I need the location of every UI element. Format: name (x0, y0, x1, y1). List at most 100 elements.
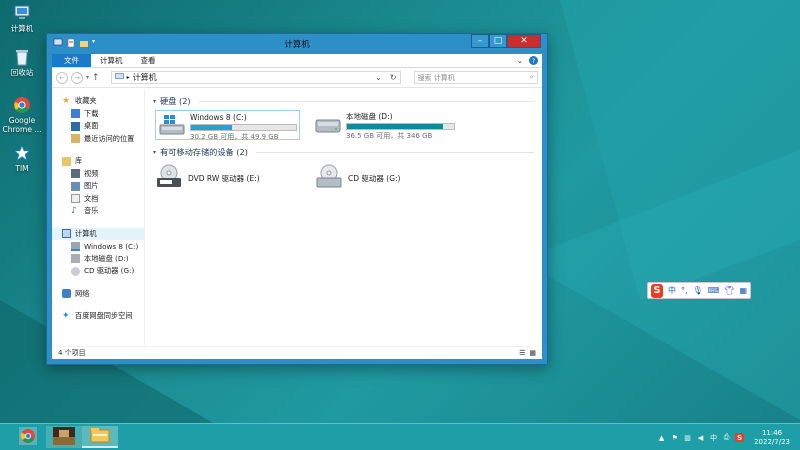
recent-locations-icon[interactable]: ▾ (86, 74, 89, 81)
libraries-icon (62, 156, 71, 166)
drive-item-g[interactable]: CD 驱动器 (G:) (315, 164, 455, 192)
close-button[interactable]: ✕ (507, 34, 541, 48)
taskbar-chrome[interactable] (10, 426, 46, 448)
sidebar-item-documents[interactable]: 文档 (52, 193, 144, 206)
windows-drive-icon (71, 241, 80, 251)
navigation-bar: ← → ▾ ↑ ▸ 计算机 ⌄ ↻ 搜索 计算机 ⌕ (52, 68, 542, 88)
sidebar-item-music[interactable]: ♪ 音乐 (52, 205, 144, 218)
drive-usage-fill (191, 125, 233, 130)
recycle-bin-icon (12, 48, 32, 66)
tab-view[interactable]: 查看 (132, 54, 165, 67)
sogou-tray-icon[interactable]: S (735, 433, 745, 442)
window-controls: – □ ✕ (471, 34, 541, 48)
chrome-icon (19, 427, 37, 447)
desktop-icon-chrome[interactable]: Google Chrome ... (2, 96, 42, 134)
section-header-removable[interactable]: ▾ 有可移动存储的设备 (2) (153, 146, 534, 158)
section-header-hard-disks[interactable]: ▾ 硬盘 (2) (153, 95, 534, 107)
sidebar-item-pictures[interactable]: 图片 (52, 180, 144, 193)
drive-item-c[interactable]: Windows 8 (C:) 30.2 GB 可用，共 49.9 GB (155, 110, 300, 141)
favorites-star-icon: ★ (62, 95, 71, 106)
sidebar-item-drive-d[interactable]: 本地磁盘 (D:) (52, 253, 144, 266)
search-placeholder: 搜索 计算机 (417, 73, 455, 82)
address-bar[interactable]: ▸ 计算机 ⌄ ↻ (110, 71, 401, 84)
network-icon (62, 289, 71, 299)
sidebar-item-drive-c[interactable]: Windows 8 (C:) (52, 240, 144, 253)
ime-toolbar[interactable]: S 中 °, 🎙︎ ⌨ 👕︎ ▦ (647, 282, 751, 299)
tab-computer[interactable]: 计算机 (91, 54, 132, 67)
baidu-netdisk-icon: ✦ (62, 310, 70, 321)
computer-icon (12, 4, 32, 22)
drive-item-d[interactable]: 本地磁盘 (D:) 36.5 GB 可用，共 346 GB (312, 110, 457, 140)
maximize-button[interactable]: □ (489, 34, 507, 48)
microphone-icon[interactable]: 🎙︎ (693, 286, 703, 295)
photo-viewer-icon (53, 427, 75, 447)
sidebar-item-baidu-sync[interactable]: ✦ 百度网盘同步空间 (52, 310, 144, 323)
dvd-drive-icon (155, 164, 183, 192)
sidebar-item-desktop[interactable]: 桌面 (52, 120, 144, 133)
punctuation-icon[interactable]: °, (681, 286, 688, 295)
drive-name: DVD RW 驱动器 (E:) (188, 173, 260, 183)
volume-icon[interactable]: ◀ (696, 433, 705, 442)
sogou-logo-icon[interactable]: S (651, 283, 664, 298)
expand-ribbon-icon[interactable]: ⌄ (517, 56, 523, 65)
sidebar-item-computer[interactable]: 计算机 (52, 227, 144, 240)
show-hidden-icons-icon[interactable]: ▲ (657, 433, 666, 442)
window-client: 文件 计算机 查看 ⌄ ? ← → ▾ ↑ ▸ 计算机 ⌄ ↻ 搜索 计算机 ⌕… (52, 54, 542, 359)
sidebar-item-recent[interactable]: 最近访问的位置 (52, 133, 144, 146)
desktop-icon-computer[interactable]: 计算机 (2, 4, 42, 33)
breadcrumb[interactable]: 计算机 (133, 72, 157, 83)
forward-button[interactable]: → (71, 71, 83, 84)
ime-mode-toggle[interactable]: 中 (668, 285, 676, 296)
recent-places-icon (71, 134, 80, 144)
refresh-button[interactable]: ↻ (390, 73, 397, 82)
videos-icon (71, 169, 80, 179)
drive-list: Windows 8 (C:) 30.2 GB 可用，共 49.9 GB 本地磁盘… (155, 110, 534, 141)
tab-file[interactable]: 文件 (52, 54, 91, 67)
network-status-icon[interactable]: ▥ (683, 433, 692, 442)
breadcrumb-chevron-icon[interactable]: ▸ (127, 74, 130, 81)
minimize-button[interactable]: – (471, 34, 489, 48)
ime-tray-icon[interactable]: 中 (709, 433, 718, 442)
downloads-icon (71, 109, 80, 119)
explorer-window: ▾ 计算机 – □ ✕ 文件 计算机 查看 ⌄ ? ← → ▾ ↑ ▸ 计算机 … (46, 33, 548, 365)
skin-icon[interactable]: 👕︎ (724, 286, 734, 295)
collapse-chevron-icon: ▾ (153, 148, 157, 156)
sidebar-item-videos[interactable]: 视频 (52, 168, 144, 181)
windows-drive-icon (158, 113, 186, 137)
collapse-chevron-icon: ▾ (153, 97, 157, 105)
title-bar[interactable]: ▾ 计算机 – □ ✕ (47, 34, 547, 54)
drive-item-e[interactable]: DVD RW 驱动器 (E:) (155, 164, 295, 192)
address-dropdown-icon[interactable]: ⌄ (375, 73, 382, 82)
drive-usage-bar (190, 124, 297, 131)
search-input[interactable]: 搜索 计算机 ⌕ (413, 71, 538, 84)
ribbon-tabs: 文件 计算机 查看 ⌄ ? (52, 54, 542, 68)
details-view-icon[interactable]: ☰ (519, 349, 525, 357)
printer-icon[interactable]: ⎙ (722, 433, 731, 442)
desktop-icon-recycle-bin[interactable]: 回收站 (2, 48, 42, 77)
desktop-icon-tim[interactable]: TIM (2, 144, 42, 173)
system-tray: ▲ ⚑ ▥ ◀ 中 ⎙ S 11:46 2022/7/23 (657, 424, 800, 450)
taskbar-photo-viewer[interactable] (46, 426, 82, 448)
drive-name: Windows 8 (C:) (190, 113, 247, 122)
taskbar-file-explorer[interactable] (82, 426, 118, 448)
explorer-body: ★ 收藏夹 下载 桌面 最近访问的位置 库 视频 图片 文档 ♪ 音乐 计算机 Wi… (52, 89, 542, 346)
clock-time: 11:46 (761, 428, 783, 437)
sidebar-item-downloads[interactable]: 下载 (52, 108, 144, 121)
search-icon[interactable]: ⌕ (530, 73, 534, 82)
flag-icon[interactable]: ⚑ (670, 433, 679, 442)
up-button[interactable]: ↑ (92, 73, 100, 83)
drive-usage-bar (346, 123, 455, 130)
clock[interactable]: 11:46 2022/7/23 (754, 429, 790, 447)
sidebar-item-favorites[interactable]: ★ 收藏夹 (52, 95, 144, 108)
help-icon[interactable]: ? (529, 56, 538, 65)
drive-name: CD 驱动器 (G:) (348, 173, 401, 183)
back-button[interactable]: ← (56, 71, 68, 84)
sidebar-item-libraries[interactable]: 库 (52, 155, 144, 168)
sidebar-item-network[interactable]: 网络 (52, 288, 144, 301)
large-icons-view-icon[interactable]: ▦ (529, 349, 536, 357)
content-pane: ▾ 硬盘 (2) Windows 8 (C:) 30.2 GB 可用，共 49.… (145, 89, 542, 346)
keyboard-icon[interactable]: ⌨ (708, 286, 720, 295)
music-icon: ♪ (71, 205, 77, 216)
sidebar-item-drive-g[interactable]: CD 驱动器 (G:) (52, 265, 144, 278)
toolbox-icon[interactable]: ▦ (739, 286, 747, 295)
